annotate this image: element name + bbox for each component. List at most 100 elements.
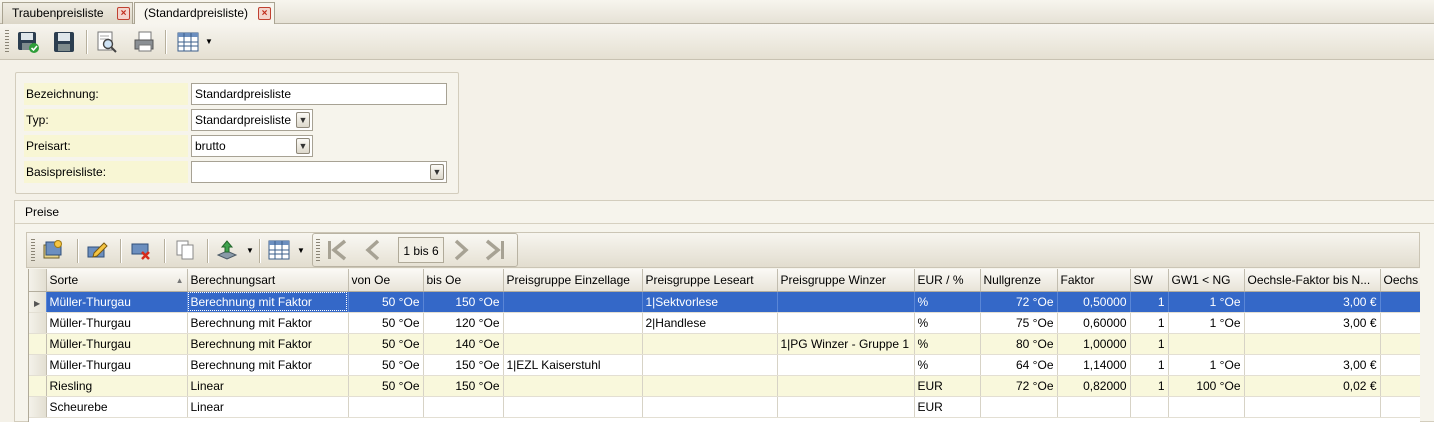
column-header-preisgruppe-winzer[interactable]: Preisgruppe Winzer: [777, 269, 915, 292]
table-cell[interactable]: Berechnung mit Faktor: [187, 291, 349, 313]
tab-traubenpreisliste[interactable]: Traubenpreisliste ×: [2, 2, 133, 24]
table-cell[interactable]: 0,82000: [1057, 375, 1131, 397]
prev-page-icon[interactable]: [359, 237, 387, 263]
print-icon[interactable]: [130, 29, 158, 55]
table-cell[interactable]: [503, 291, 643, 313]
table-cell[interactable]: 50 °Oe: [348, 291, 424, 313]
table-cell[interactable]: %: [914, 354, 981, 376]
table-cell[interactable]: [1168, 333, 1245, 355]
table-cell[interactable]: 1,14000: [1057, 354, 1131, 376]
table-cell[interactable]: 3,00 €: [1244, 354, 1381, 376]
table-cell[interactable]: Linear: [187, 396, 349, 418]
table-cell[interactable]: [1380, 333, 1420, 355]
table-cell[interactable]: Scheurebe: [46, 396, 188, 418]
table-cell[interactable]: [642, 333, 778, 355]
table-row[interactable]: Müller-Thurgau Berechnung mit Faktor 50 °O…: [29, 312, 1420, 334]
toolbar-grip[interactable]: [316, 239, 320, 263]
toolbar-grip[interactable]: [5, 30, 9, 54]
table-cell[interactable]: Linear: [187, 375, 349, 397]
table-cell[interactable]: 140 °Oe: [423, 333, 504, 355]
table-row[interactable]: Müller-Thurgau Berechnung mit Faktor 50 °O…: [29, 333, 1420, 355]
table-row[interactable]: Müller-Thurgau Berechnung mit Faktor 50 °O…: [29, 354, 1420, 376]
table-cell[interactable]: EUR: [914, 375, 981, 397]
save-close-icon[interactable]: [14, 29, 42, 55]
table-cell[interactable]: 0,60000: [1057, 312, 1131, 334]
table-cell[interactable]: Müller-Thurgau: [46, 312, 188, 334]
table-cell[interactable]: [980, 396, 1058, 418]
column-header-preisgruppe-leseart[interactable]: Preisgruppe Leseart: [642, 269, 778, 292]
table-row[interactable]: ▶ Müller-Thurgau Berechnung mit Faktor 50 °…: [29, 291, 1420, 313]
edit-record-icon[interactable]: [83, 237, 111, 263]
last-page-icon[interactable]: [481, 237, 509, 263]
table-cell[interactable]: 50 °Oe: [348, 375, 424, 397]
table-cell[interactable]: [1244, 333, 1381, 355]
table-cell[interactable]: [642, 354, 778, 376]
table-cell[interactable]: 50 °Oe: [348, 312, 424, 334]
delete-record-icon[interactable]: [127, 237, 155, 263]
preisart-select[interactable]: brutto ▼: [191, 135, 313, 157]
table-cell[interactable]: 72 °Oe: [980, 375, 1058, 397]
table-cell[interactable]: 64 °Oe: [980, 354, 1058, 376]
column-header-berechnungsart[interactable]: Berechnungsart: [187, 269, 349, 292]
new-record-icon[interactable]: [39, 237, 67, 263]
close-icon[interactable]: ×: [258, 7, 271, 20]
row-header[interactable]: ▶: [29, 291, 47, 313]
table-cell[interactable]: 50 °Oe: [348, 333, 424, 355]
row-header[interactable]: [29, 396, 47, 418]
first-page-icon[interactable]: [323, 237, 351, 263]
table-cell[interactable]: 1 °Oe: [1168, 354, 1245, 376]
table-cell[interactable]: Müller-Thurgau: [46, 333, 188, 355]
table-cell[interactable]: [1244, 396, 1381, 418]
table-cell[interactable]: [503, 312, 643, 334]
table-cell[interactable]: [642, 396, 778, 418]
table-cell[interactable]: Berechnung mit Faktor: [187, 354, 349, 376]
grid-layout-icon[interactable]: [265, 237, 293, 263]
table-cell[interactable]: [1380, 312, 1420, 334]
preise-table[interactable]: Sorte ▲ Berechnungsart von Oe bis Oe Prei…: [28, 269, 1420, 422]
print-preview-icon[interactable]: [93, 29, 121, 55]
table-cell[interactable]: [777, 396, 915, 418]
table-cell[interactable]: [777, 375, 915, 397]
column-header-nullgrenze[interactable]: Nullgrenze: [980, 269, 1058, 292]
toolbar-grip[interactable]: [31, 239, 35, 263]
table-cell[interactable]: [1380, 375, 1420, 397]
table-cell[interactable]: 72 °Oe: [980, 291, 1058, 313]
table-cell[interactable]: [1168, 396, 1245, 418]
table-cell[interactable]: 1,00000: [1057, 333, 1131, 355]
table-cell[interactable]: 150 °Oe: [423, 291, 504, 313]
table-cell[interactable]: 100 °Oe: [1168, 375, 1245, 397]
table-cell[interactable]: 1 °Oe: [1168, 291, 1245, 313]
column-header-oechs[interactable]: Oechs: [1380, 269, 1420, 292]
table-cell[interactable]: 150 °Oe: [423, 354, 504, 376]
table-cell[interactable]: 1: [1130, 354, 1169, 376]
table-cell[interactable]: 50 °Oe: [348, 354, 424, 376]
basispreisliste-select[interactable]: ▼: [191, 161, 447, 183]
table-cell[interactable]: 3,00 €: [1244, 291, 1381, 313]
column-header-preisgruppe-einzellage[interactable]: Preisgruppe Einzellage: [503, 269, 643, 292]
chevron-down-icon[interactable]: ▼: [296, 112, 310, 128]
table-cell[interactable]: [1380, 354, 1420, 376]
table-cell[interactable]: [423, 396, 504, 418]
column-header-von-oe[interactable]: von Oe: [348, 269, 424, 292]
save-icon[interactable]: [50, 29, 78, 55]
table-cell[interactable]: 2|Handlese: [642, 312, 778, 334]
column-header-oechsle-faktor[interactable]: Oechsle-Faktor bis N...: [1244, 269, 1381, 292]
table-cell[interactable]: [503, 333, 643, 355]
table-cell[interactable]: 75 °Oe: [980, 312, 1058, 334]
table-cell[interactable]: Riesling: [46, 375, 188, 397]
table-cell[interactable]: Berechnung mit Faktor: [187, 312, 349, 334]
table-cell[interactable]: [348, 396, 424, 418]
table-cell[interactable]: 120 °Oe: [423, 312, 504, 334]
table-cell[interactable]: %: [914, 291, 981, 313]
column-header-bis-oe[interactable]: bis Oe: [423, 269, 504, 292]
table-cell[interactable]: 1 °Oe: [1168, 312, 1245, 334]
table-cell[interactable]: [1057, 396, 1131, 418]
bezeichnung-field[interactable]: Standardpreisliste: [191, 83, 447, 105]
table-cell[interactable]: 3,00 €: [1244, 312, 1381, 334]
table-cell[interactable]: 1: [1130, 375, 1169, 397]
table-cell[interactable]: [642, 375, 778, 397]
table-cell[interactable]: 1|PG Winzer - Gruppe 1: [777, 333, 915, 355]
row-header[interactable]: [29, 354, 47, 376]
table-cell[interactable]: [503, 375, 643, 397]
next-page-icon[interactable]: [447, 237, 475, 263]
